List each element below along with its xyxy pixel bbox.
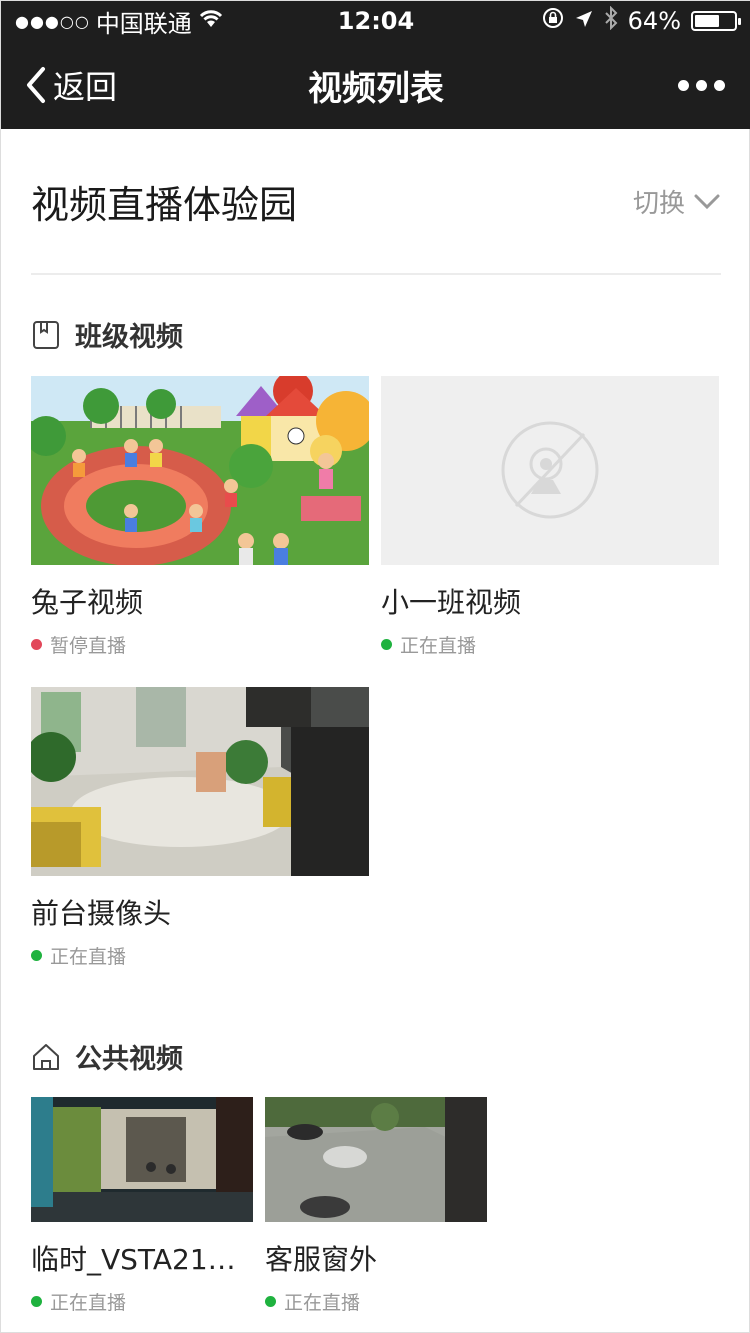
video-thumbnail[interactable] bbox=[265, 1097, 487, 1222]
location-icon bbox=[574, 7, 594, 35]
screen: ●●●○○ 中国联通 12:04 64% 返回 视频列表 视频直播体验园 切换 … bbox=[0, 0, 750, 1333]
site-name: 视频直播体验园 bbox=[31, 182, 298, 227]
status-dot-icon bbox=[31, 1296, 42, 1307]
carrier-name: 中国联通 bbox=[95, 9, 192, 38]
switch-button[interactable]: 切换 bbox=[633, 183, 721, 220]
video-thumbnail[interactable] bbox=[31, 1097, 253, 1222]
bluetooth-icon bbox=[604, 5, 618, 36]
wifi-icon bbox=[198, 7, 224, 35]
battery-percent: 64% bbox=[627, 7, 681, 35]
status-label: 正在直播 bbox=[400, 635, 477, 657]
video-status: 正在直播 bbox=[31, 1288, 253, 1315]
status-dot-icon bbox=[31, 950, 42, 961]
video-card[interactable]: 客服窗外 正在直播 bbox=[265, 1097, 487, 1315]
video-thumbnail[interactable] bbox=[31, 376, 369, 565]
more-button[interactable] bbox=[678, 41, 725, 129]
nav-bar: 返回 视频列表 bbox=[1, 41, 750, 129]
video-thumbnail[interactable] bbox=[31, 687, 369, 876]
bookmark-icon bbox=[33, 320, 59, 349]
more-dot-icon bbox=[714, 79, 725, 91]
video-status: 正在直播 bbox=[31, 942, 369, 969]
chevron-down-icon bbox=[694, 194, 720, 210]
section-public-videos: 公共视频 bbox=[31, 1037, 183, 1076]
site-header: 视频直播体验园 切换 bbox=[31, 129, 721, 275]
section-class-videos: 班级视频 bbox=[31, 315, 183, 354]
status-label: 暂停直播 bbox=[50, 635, 127, 657]
video-status: 暂停直播 bbox=[31, 631, 369, 658]
status-label: 正在直播 bbox=[50, 946, 127, 968]
signal-strength: ●●●○○ bbox=[15, 11, 90, 31]
back-label: 返回 bbox=[53, 68, 118, 106]
back-button[interactable]: 返回 bbox=[23, 41, 117, 129]
battery-level bbox=[695, 15, 720, 27]
more-dot-icon bbox=[696, 79, 707, 91]
video-title: 客服窗外 bbox=[265, 1243, 378, 1276]
rotation-lock-icon bbox=[542, 7, 564, 35]
home-icon bbox=[33, 1043, 59, 1070]
switch-label: 切换 bbox=[632, 188, 685, 219]
section-title: 公共视频 bbox=[75, 1044, 183, 1075]
video-card[interactable]: 前台摄像头 正在直播 bbox=[31, 687, 369, 969]
status-dot-icon bbox=[31, 639, 42, 650]
more-dot-icon bbox=[678, 79, 689, 91]
video-thumbnail[interactable] bbox=[381, 376, 719, 565]
video-card[interactable]: 兔子视频 暂停直播 bbox=[31, 376, 369, 658]
status-label: 正在直播 bbox=[50, 1292, 127, 1314]
video-title: 前台摄像头 bbox=[31, 897, 172, 930]
camera-offline-icon bbox=[501, 421, 599, 519]
video-status: 正在直播 bbox=[381, 631, 719, 658]
video-status: 正在直播 bbox=[265, 1288, 487, 1315]
status-bar: ●●●○○ 中国联通 12:04 64% bbox=[1, 1, 750, 41]
video-card[interactable]: 小一班视频 正在直播 bbox=[381, 376, 719, 658]
status-dot-icon bbox=[265, 1296, 276, 1307]
section-title: 班级视频 bbox=[75, 322, 183, 353]
battery-icon bbox=[691, 11, 741, 31]
video-title: 临时_VSTA21… bbox=[31, 1243, 236, 1276]
status-dot-icon bbox=[381, 639, 392, 650]
status-label: 正在直播 bbox=[284, 1292, 361, 1314]
video-title: 小一班视频 bbox=[381, 586, 522, 619]
video-card[interactable]: 临时_VSTA21… 正在直播 bbox=[31, 1097, 253, 1315]
video-title: 兔子视频 bbox=[31, 586, 144, 619]
chevron-left-icon bbox=[27, 67, 45, 103]
